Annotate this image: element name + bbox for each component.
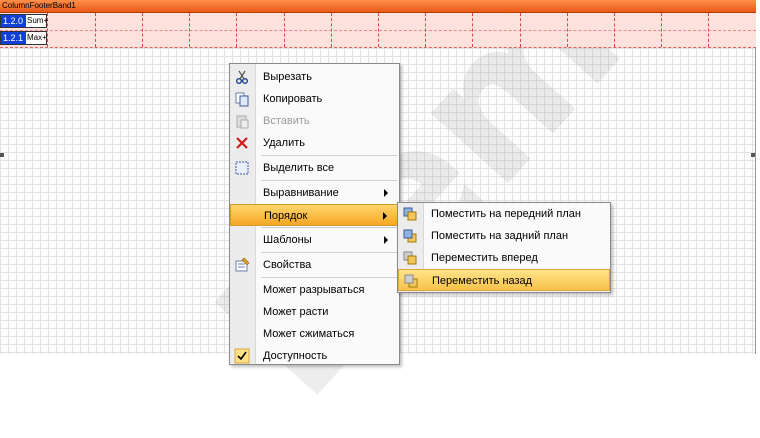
menu-item-send-backward[interactable]: Переместить назад <box>398 269 610 291</box>
menu-item-can-break[interactable]: Может разрываться <box>230 279 399 301</box>
field-function: Max+ <box>27 33 47 42</box>
menu-item-select-all[interactable]: Выделить все <box>230 157 399 179</box>
menu-item-label: Доступность <box>263 350 328 362</box>
column-guide <box>661 13 662 47</box>
menu-separator <box>261 277 397 278</box>
menu-item-order[interactable]: Порядок <box>230 204 399 226</box>
menu-item-label: Выделить все <box>263 162 335 174</box>
menu-separator <box>261 227 397 228</box>
band-header[interactable]: ColumnFooterBand1 <box>0 0 756 13</box>
menu-item-properties[interactable]: Свойства <box>230 254 399 276</box>
column-guide <box>189 13 190 47</box>
menu-item-enabled[interactable]: Доступность <box>230 345 399 367</box>
menu-item-delete[interactable]: Удалить <box>230 132 399 154</box>
menu-item-label: Выравнивание <box>263 187 339 199</box>
column-guide <box>567 13 568 47</box>
delete-icon <box>236 137 248 149</box>
menu-item-label: Может разрываться <box>263 284 365 296</box>
properties-icon <box>235 257 250 272</box>
column-guide <box>472 13 473 47</box>
bring-to-front-icon <box>403 207 417 221</box>
context-menu: Вырезать Копировать Вставить Удалить Выд… <box>229 63 400 365</box>
column-guide <box>284 13 285 47</box>
band-title: ColumnFooterBand1 <box>2 1 76 10</box>
field-function: Sum+ <box>27 16 49 25</box>
column-guide <box>614 13 615 47</box>
submenu-arrow-icon <box>383 212 387 220</box>
menu-item-label: Поместить на задний план <box>431 230 569 242</box>
menu-item-label: Вставить <box>263 115 310 127</box>
check-icon <box>234 348 250 364</box>
menu-item-align[interactable]: Выравнивание <box>230 182 399 204</box>
menu-item-bring-forward[interactable]: Переместить вперед <box>398 247 610 269</box>
bring-forward-icon <box>403 251 417 265</box>
max-field[interactable]: 1.2.1 Max+ <box>0 31 47 45</box>
menu-item-label: Шаблоны <box>263 234 312 246</box>
column-guide <box>520 13 521 47</box>
column-guide <box>331 13 332 47</box>
menu-item-can-shrink[interactable]: Может сжиматься <box>230 323 399 345</box>
menu-item-label: Свойства <box>263 259 312 271</box>
column-guide <box>142 13 143 47</box>
column-guide <box>425 13 426 47</box>
menu-separator <box>261 155 397 156</box>
column-guide <box>378 13 379 47</box>
resize-handle-right[interactable] <box>751 153 755 157</box>
resize-handle-left[interactable] <box>0 153 4 157</box>
menu-item-label: Поместить на передний план <box>431 208 581 220</box>
order-submenu: Поместить на передний план Поместить на … <box>397 202 611 293</box>
field-tag: 1.2.0 <box>1 15 26 27</box>
column-guide <box>236 13 237 47</box>
menu-item-label: Удалить <box>263 137 305 149</box>
submenu-arrow-icon <box>384 189 388 197</box>
menu-item-send-to-back[interactable]: Поместить на задний план <box>398 225 610 247</box>
column-guide <box>708 13 709 47</box>
menu-item-label: Порядок <box>264 210 308 222</box>
copy-icon <box>235 92 249 107</box>
menu-item-label: Переместить назад <box>432 275 533 287</box>
menu-separator <box>261 180 397 181</box>
menu-item-cut[interactable]: Вырезать <box>230 66 399 88</box>
menu-item-bring-to-front[interactable]: Поместить на передний план <box>398 203 610 225</box>
send-backward-icon <box>404 274 418 288</box>
menu-item-label: Переместить вперед <box>431 252 538 264</box>
menu-item-templates[interactable]: Шаблоны <box>230 229 399 251</box>
menu-separator <box>261 252 397 253</box>
paste-icon <box>236 115 249 129</box>
select-all-icon <box>235 161 249 175</box>
canvas-right-border <box>755 0 756 354</box>
scissors-icon <box>236 70 248 84</box>
menu-item-label: Вырезать <box>263 71 312 83</box>
column-guide <box>95 13 96 47</box>
send-to-back-icon <box>403 229 417 243</box>
field-tag: 1.2.1 <box>1 32 26 44</box>
menu-item-can-grow[interactable]: Может расти <box>230 301 399 323</box>
menu-item-copy[interactable]: Копировать <box>230 88 399 110</box>
sum-field[interactable]: 1.2.0 Sum+ <box>0 14 49 28</box>
menu-item-paste[interactable]: Вставить <box>230 110 399 132</box>
menu-item-label: Копировать <box>263 93 323 105</box>
menu-item-label: Может сжиматься <box>263 328 355 340</box>
submenu-arrow-icon <box>384 236 388 244</box>
menu-item-label: Может расти <box>263 306 329 318</box>
